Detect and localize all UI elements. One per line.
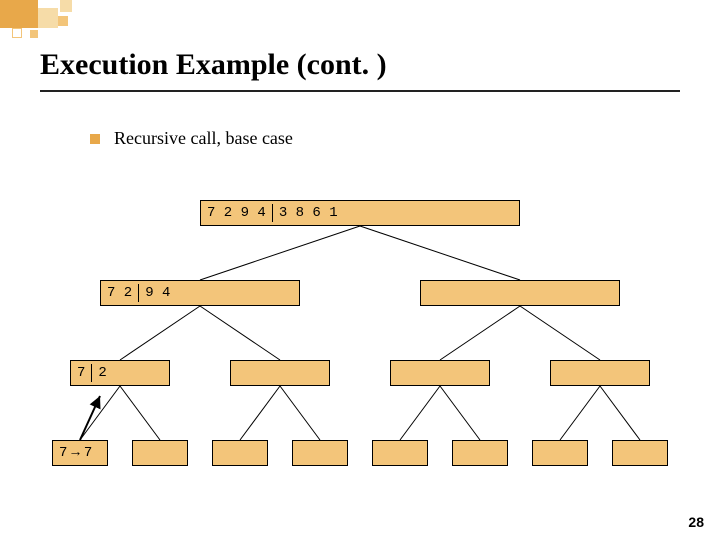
deco-square [58, 16, 68, 26]
tree-node-l3-4 [292, 440, 348, 466]
tree-node-l2-3 [390, 360, 490, 386]
deco-square [30, 30, 38, 38]
split-bar-icon [91, 364, 92, 382]
tree-node-l3-1: 7 → 7 [52, 440, 108, 466]
node-left: 7 [77, 365, 85, 381]
split-bar-icon [138, 284, 139, 302]
node-right: 9 4 [145, 285, 170, 301]
tree-node-l3-2 [132, 440, 188, 466]
slide-number: 28 [688, 514, 704, 530]
tree-node-l2-4 [550, 360, 650, 386]
tree-node-l3-6 [452, 440, 508, 466]
node-to: 7 [84, 445, 92, 461]
recursion-tree: 7 2 9 4 3 8 6 1 7 2 9 4 7 2 7 → 7 [40, 190, 680, 490]
tree-node-root: 7 2 9 4 3 8 6 1 [200, 200, 520, 226]
node-from: 7 [59, 445, 67, 461]
slide-title: Execution Example (cont. ) [40, 48, 387, 82]
deco-square [0, 0, 38, 28]
tree-node-l3-8 [612, 440, 668, 466]
deco-square [12, 28, 22, 38]
corner-decoration [0, 0, 120, 40]
tree-node-l3-5 [372, 440, 428, 466]
tree-node-l3-7 [532, 440, 588, 466]
tree-node-l1-left: 7 2 9 4 [100, 280, 300, 306]
tree-node-l2-2 [230, 360, 330, 386]
bullet-square-icon [90, 134, 100, 144]
title-underline [40, 90, 680, 92]
tree-node-l3-3 [212, 440, 268, 466]
bullet-line: Recursive call, base case [90, 128, 293, 149]
split-bar-icon [272, 204, 273, 222]
node-left: 7 2 [107, 285, 132, 301]
deco-square [60, 0, 72, 12]
deco-square [38, 8, 58, 28]
bullet-text: Recursive call, base case [114, 128, 293, 149]
arrow-right-icon: → [71, 445, 79, 461]
node-right: 3 8 6 1 [279, 205, 338, 221]
node-left: 7 2 9 4 [207, 205, 266, 221]
tree-node-l2-1: 7 2 [70, 360, 170, 386]
tree-node-l1-right [420, 280, 620, 306]
node-right: 2 [98, 365, 106, 381]
